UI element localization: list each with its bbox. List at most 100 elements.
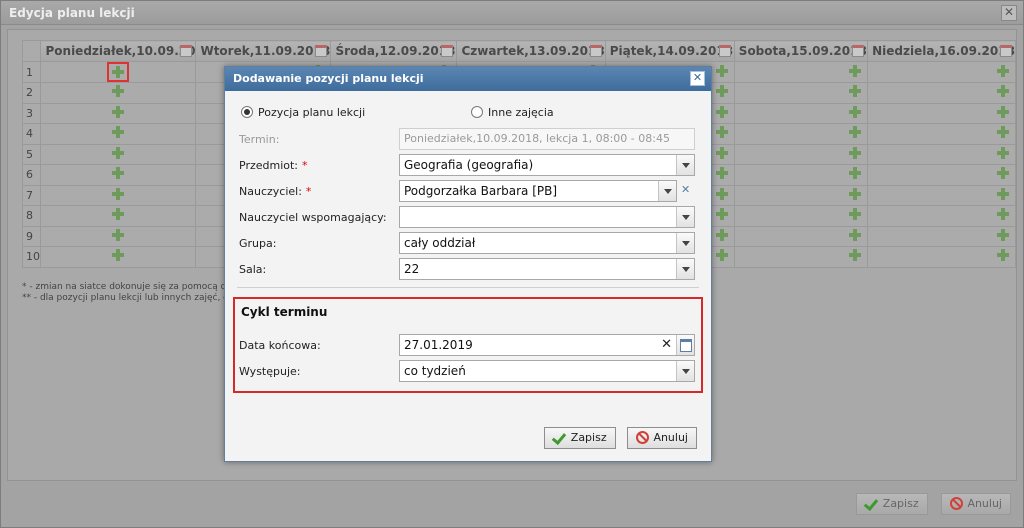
chevron-down-icon[interactable] [676, 155, 694, 175]
add-icon[interactable] [997, 187, 1009, 200]
add-icon[interactable] [849, 187, 862, 200]
add-icon[interactable] [849, 126, 862, 139]
day-header-sun[interactable]: Niedziela,16.09.2018 [867, 40, 1016, 62]
schedule-cell[interactable] [867, 205, 1016, 227]
schedule-cell[interactable] [733, 225, 869, 247]
add-icon[interactable] [997, 208, 1009, 221]
schedule-cell[interactable] [40, 82, 197, 104]
add-icon[interactable] [997, 105, 1009, 118]
schedule-cell[interactable] [733, 164, 869, 186]
schedule-cell[interactable] [733, 143, 869, 165]
calendar-icon[interactable] [589, 45, 602, 57]
add-icon[interactable] [849, 85, 862, 98]
schedule-cell[interactable] [40, 205, 197, 227]
clear-icon[interactable]: ✕ [661, 335, 672, 355]
day-header-thu[interactable]: Czwartek,13.09.2018 [456, 40, 606, 62]
add-icon[interactable] [997, 167, 1009, 180]
add-icon[interactable] [112, 85, 125, 98]
add-icon[interactable] [849, 167, 862, 180]
add-icon[interactable] [112, 249, 125, 262]
add-icon[interactable] [715, 85, 728, 98]
add-icon[interactable] [997, 146, 1009, 159]
add-icon[interactable] [112, 187, 125, 200]
schedule-cell[interactable] [40, 184, 197, 206]
add-icon[interactable] [112, 167, 125, 180]
add-icon[interactable] [849, 105, 862, 118]
dialog-cancel-button[interactable]: Anuluj [627, 427, 697, 449]
group-select[interactable]: cały oddział [399, 232, 695, 254]
add-icon[interactable] [715, 64, 728, 77]
chevron-down-icon[interactable] [676, 233, 694, 253]
schedule-cell[interactable] [40, 102, 197, 124]
add-icon[interactable] [997, 85, 1009, 98]
radio-other[interactable] [471, 106, 483, 118]
calendar-icon[interactable] [180, 45, 193, 57]
schedule-cell[interactable] [733, 102, 869, 124]
teacher-select[interactable]: Podgorzałka Barbara [PB] [399, 180, 677, 202]
schedule-cell[interactable] [40, 61, 197, 83]
schedule-cell[interactable] [867, 184, 1016, 206]
schedule-cell[interactable] [867, 164, 1016, 186]
chevron-down-icon[interactable] [676, 361, 694, 381]
schedule-cell[interactable] [40, 123, 197, 145]
schedule-cell[interactable] [867, 143, 1016, 165]
calendar-icon[interactable] [852, 45, 865, 57]
assistant-select[interactable] [399, 206, 695, 228]
add-icon[interactable] [715, 105, 728, 118]
schedule-cell[interactable] [867, 102, 1016, 124]
add-icon[interactable] [849, 146, 862, 159]
add-icon[interactable] [112, 146, 125, 159]
schedule-cell[interactable] [40, 225, 197, 247]
add-icon[interactable] [715, 146, 728, 159]
schedule-cell[interactable] [733, 61, 869, 83]
add-icon[interactable] [715, 249, 728, 262]
day-header-sat[interactable]: Sobota,15.09.2018 [733, 40, 869, 62]
calendar-icon[interactable] [441, 45, 454, 57]
schedule-cell[interactable] [867, 246, 1016, 268]
add-icon[interactable] [715, 126, 728, 139]
chevron-down-icon[interactable] [676, 259, 694, 279]
occurs-select[interactable]: co tydzień [399, 360, 695, 382]
add-icon[interactable] [997, 64, 1009, 77]
schedule-cell[interactable] [733, 82, 869, 104]
schedule-cell[interactable] [733, 246, 869, 268]
room-select[interactable]: 22 [399, 258, 695, 280]
add-icon[interactable] [997, 228, 1009, 241]
schedule-cell[interactable] [867, 123, 1016, 145]
day-header-tue[interactable]: Wtorek,11.09.2018 [195, 40, 332, 62]
chevron-down-icon[interactable] [676, 207, 694, 227]
radio-lesson[interactable] [241, 106, 253, 118]
schedule-cell[interactable] [867, 225, 1016, 247]
day-header-wed[interactable]: Środa,12.09.2018 [330, 40, 458, 62]
window-close-button[interactable]: ✕ [1001, 5, 1017, 21]
add-icon[interactable] [849, 228, 862, 241]
teacher-clear-icon[interactable]: ✕ [681, 183, 690, 196]
day-header-fri[interactable]: Piątek,14.09.2018 [604, 40, 735, 62]
schedule-cell[interactable] [733, 205, 869, 227]
add-icon[interactable] [997, 249, 1009, 262]
add-icon[interactable] [715, 167, 728, 180]
add-icon[interactable] [849, 249, 862, 262]
schedule-cell[interactable] [40, 164, 197, 186]
window-save-button[interactable]: Zapisz [855, 493, 928, 515]
schedule-cell[interactable] [733, 184, 869, 206]
calendar-icon[interactable] [718, 45, 731, 57]
add-icon[interactable] [112, 228, 125, 241]
add-icon[interactable] [715, 228, 728, 241]
add-icon[interactable] [849, 64, 862, 77]
schedule-cell[interactable] [867, 82, 1016, 104]
day-header-mon[interactable]: Poniedziałek,10.09.20 [40, 40, 197, 62]
add-icon[interactable] [849, 208, 862, 221]
add-icon[interactable] [715, 208, 728, 221]
calendar-icon[interactable] [315, 45, 328, 57]
add-icon[interactable] [112, 126, 125, 139]
add-icon[interactable] [112, 105, 125, 118]
chevron-down-icon[interactable] [658, 181, 676, 201]
selected-cell-highlight[interactable] [107, 62, 130, 82]
schedule-cell[interactable] [733, 123, 869, 145]
schedule-cell[interactable] [867, 61, 1016, 83]
dialog-save-button[interactable]: Zapisz [543, 427, 616, 449]
add-icon[interactable] [715, 187, 728, 200]
radio-lesson-option[interactable]: Pozycja planu lekcji [241, 105, 365, 119]
window-cancel-button[interactable]: Anuluj [941, 493, 1011, 515]
